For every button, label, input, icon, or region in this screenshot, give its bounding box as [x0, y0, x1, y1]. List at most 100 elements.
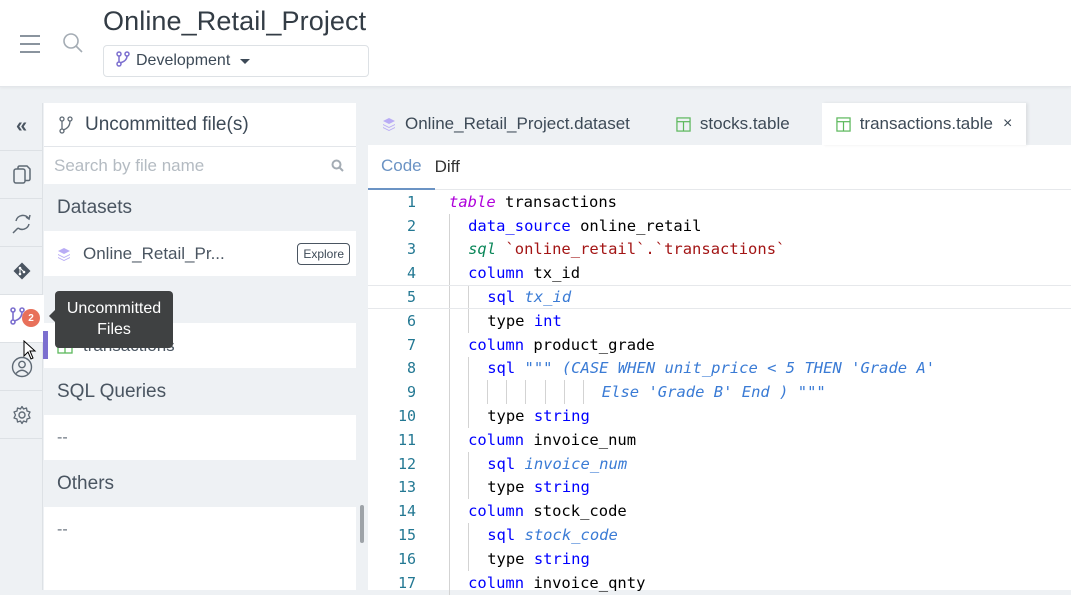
code-line: 1 table transactions — [368, 190, 1071, 214]
list-item[interactable]: Online_Retail_Pr... Explore — [44, 231, 356, 276]
file-tabs: Online_Retail_Project.dataset stocks.tab… — [368, 103, 1071, 145]
indent-guide — [468, 404, 470, 428]
code-token: `online_retail`.`transactions` — [496, 240, 786, 259]
indent-guide — [449, 308, 450, 333]
code-text: type int — [487, 312, 562, 330]
code-line: 7 column product_grade — [368, 332, 1071, 357]
section-sql-queries: SQL Queries — [44, 368, 356, 415]
code-text: type string — [487, 550, 590, 568]
code-token: stock_code — [524, 502, 627, 521]
dataset-icon — [383, 118, 395, 131]
line-number: 6 — [406, 311, 416, 330]
code-line: 4 column tx_id — [368, 261, 1071, 286]
tab-stocks[interactable]: stocks.table — [662, 103, 804, 145]
code-editor[interactable]: 1 table transactions 2 data_source online_r… — [368, 190, 1071, 595]
code-token: invoice_num — [515, 454, 628, 473]
top-header: Online_Retail_Project Development — [0, 0, 1071, 87]
code-token: """ (CASE WHEN unit_price < 5 THEN 'Grad… — [515, 359, 936, 378]
code-line: 5 sql tx_id — [368, 285, 1071, 309]
code-text: sql """ (CASE WHEN unit_price < 5 THEN '… — [487, 359, 935, 377]
line-number: 15 — [397, 526, 416, 545]
tab-code[interactable]: Code — [368, 145, 435, 190]
rail-settings[interactable] — [0, 391, 43, 439]
indent-guide — [449, 332, 450, 357]
indent-guide — [449, 286, 450, 308]
code-token: column — [468, 264, 525, 283]
indent-guide — [449, 261, 450, 286]
code-token: transactions — [495, 192, 617, 211]
code-text: column invoice_num — [468, 431, 636, 449]
code-token: sql — [487, 526, 516, 545]
tab-dataset[interactable]: Online_Retail_Project.dataset — [368, 103, 644, 145]
branch-name: Development — [136, 52, 231, 69]
view-tabs: Code Diff — [368, 145, 1071, 190]
code-text: table transactions — [449, 193, 617, 211]
panel-resize-handle[interactable] — [360, 505, 364, 543]
code-token: string — [524, 549, 590, 568]
line-number: 2 — [406, 216, 416, 235]
indent-guide — [468, 523, 470, 547]
rail-explore[interactable] — [0, 199, 43, 247]
tab-label: transactions.table — [859, 114, 993, 133]
code-text: column product_grade — [468, 336, 655, 354]
file-search-input[interactable] — [54, 155, 324, 176]
rail-uncommitted[interactable]: 2 — [0, 295, 44, 343]
rail-files[interactable] — [0, 151, 43, 199]
code-text: Else 'Grade B' End ) """ — [602, 383, 826, 401]
code-line: 14 column stock_code — [368, 499, 1071, 524]
tab-transactions[interactable]: transactions.table × — [821, 103, 1027, 145]
code-token: column — [468, 502, 525, 521]
explore-button[interactable]: Explore — [297, 243, 350, 265]
indent-guide — [468, 380, 470, 405]
line-number: 16 — [397, 549, 416, 568]
code-token: type — [487, 549, 525, 568]
code-line: 8 sql """ (CASE WHEN unit_price < 5 THEN … — [368, 356, 1071, 381]
line-number: 1 — [406, 192, 416, 211]
code-token: string — [524, 407, 590, 426]
hamburger-icon[interactable] — [20, 35, 40, 53]
code-token: column — [468, 335, 525, 354]
empty-placeholder: -- — [44, 415, 356, 460]
indent-guide — [449, 499, 450, 524]
code-token: type — [487, 478, 525, 497]
empty-text: -- — [57, 520, 68, 538]
line-number: 13 — [397, 478, 416, 497]
code-token: Else 'Grade B' End ) """ — [601, 383, 826, 402]
code-token: table — [449, 192, 496, 211]
table-icon — [836, 116, 851, 132]
indent-guide — [468, 546, 470, 571]
indent-guide — [563, 380, 565, 405]
code-text: sql invoice_num — [487, 455, 627, 473]
collapse-button[interactable]: « — [0, 103, 43, 151]
code-token: tx_id — [524, 264, 581, 283]
code-token: string — [524, 478, 590, 497]
line-number: 17 — [397, 573, 416, 592]
line-number: 4 — [406, 264, 416, 283]
line-number: 7 — [406, 335, 416, 354]
branch-icon — [116, 50, 130, 72]
tab-diff[interactable]: Diff — [435, 145, 473, 190]
code-text: sql tx_id — [487, 288, 571, 306]
empty-text: -- — [57, 428, 68, 446]
panel-title: Uncommitted file(s) — [85, 113, 249, 135]
code-text: column stock_code — [468, 502, 627, 520]
rail-git[interactable] — [0, 247, 43, 295]
branch-select[interactable]: Development — [103, 45, 369, 77]
code-token: invoice_num — [524, 430, 637, 449]
close-icon[interactable]: × — [1003, 115, 1012, 133]
indent-guide — [544, 380, 546, 405]
search-icon[interactable] — [62, 32, 84, 54]
search-icon — [331, 159, 344, 172]
code-text: data_source online_retail — [468, 217, 701, 235]
dataset-icon — [58, 247, 70, 261]
code-token: sql — [468, 240, 497, 259]
refresh-search-icon — [11, 214, 31, 234]
tab-label: stocks.table — [699, 114, 790, 133]
code-token: int — [524, 311, 562, 330]
code-token: column — [468, 573, 525, 592]
indent-guide — [468, 308, 470, 333]
indent-guide — [468, 286, 470, 308]
line-number: 11 — [397, 430, 416, 449]
code-token: invoice_qnty — [524, 573, 646, 592]
code-text: sql `online_retail`.`transactions` — [468, 240, 785, 258]
